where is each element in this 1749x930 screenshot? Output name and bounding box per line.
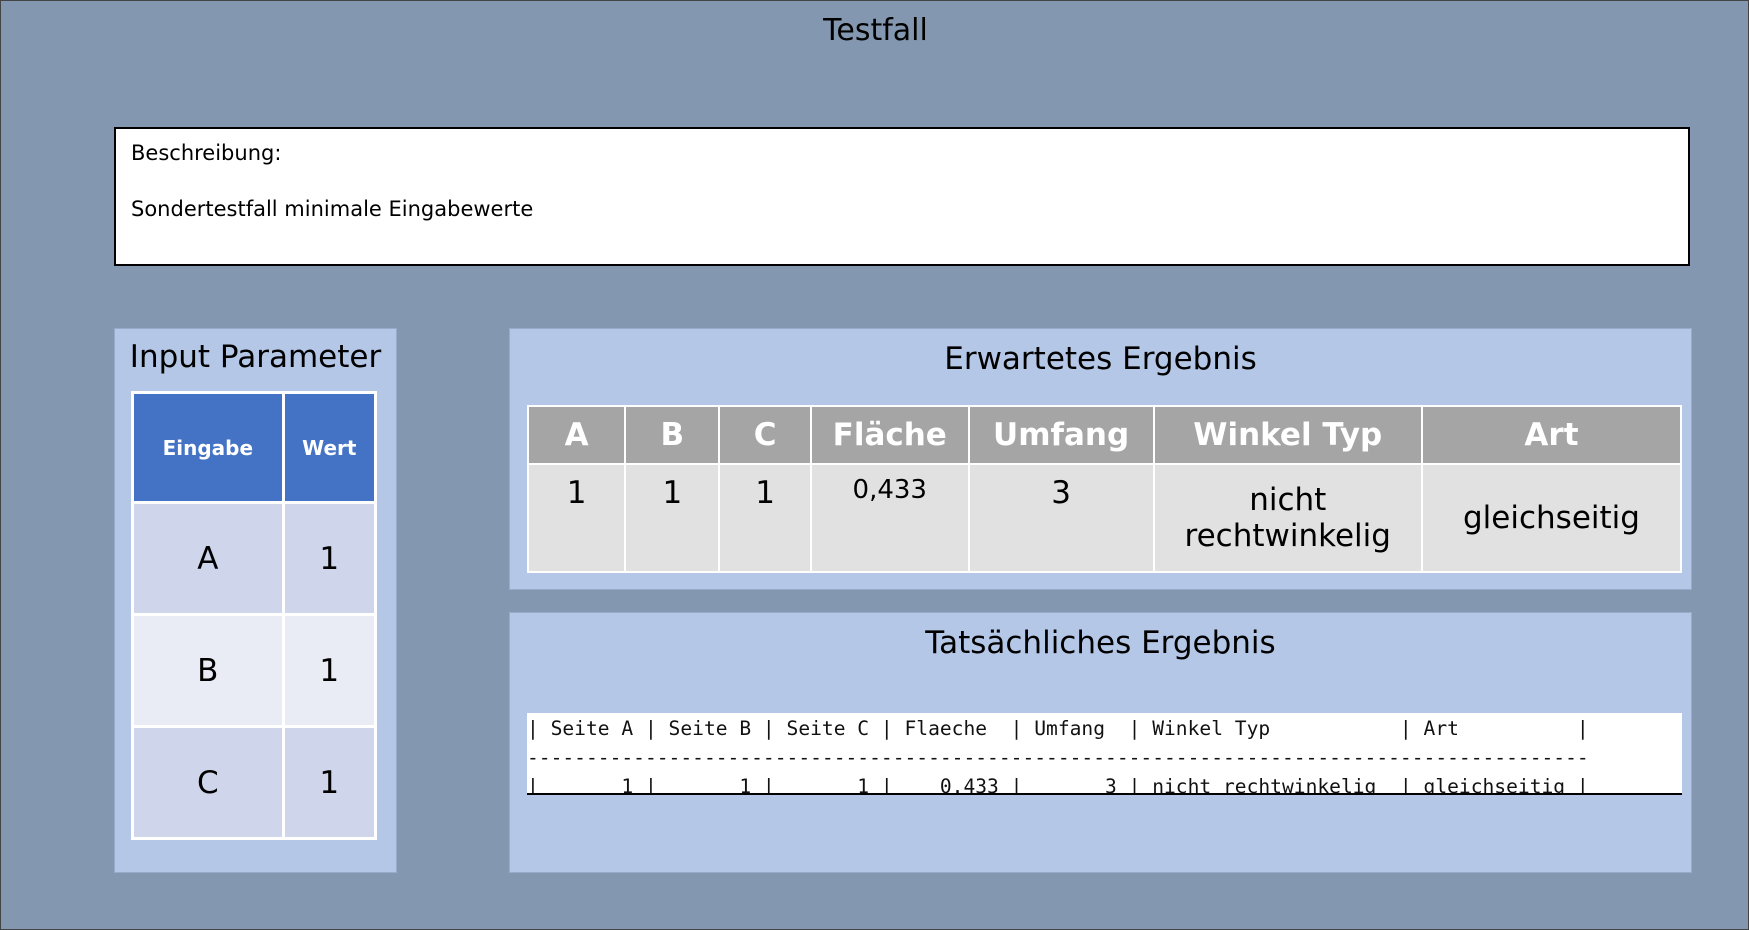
cell: 1: [281, 725, 378, 840]
cell: 1: [718, 463, 812, 573]
header-wert: Wert: [281, 391, 378, 504]
cell: 1: [624, 463, 721, 573]
cell: 1: [281, 501, 378, 616]
input-parameter-title: Input Parameter: [129, 339, 382, 375]
header-eingabe: Eingabe: [131, 391, 285, 504]
cell: C: [131, 725, 285, 840]
header-flaeche: Fläche: [809, 405, 970, 465]
cell: gleichseitig: [1420, 463, 1683, 573]
expected-table: A B C Fläche Umfang Winkel Typ Art 1 1 1…: [526, 405, 1683, 573]
input-parameter-panel: Input Parameter Eingabe Wert A1 B1 C1: [114, 328, 397, 873]
description-text: Sondertestfall minimale Eingabewerte: [131, 197, 534, 221]
cell: 3: [967, 463, 1155, 573]
actual-result-title: Tatsächliches Ergebnis: [925, 625, 1276, 661]
header-b: B: [624, 405, 721, 465]
header-art: Art: [1420, 405, 1683, 465]
console-separator-line: ----------------------------------------…: [527, 746, 1589, 769]
actual-result-panel: Tatsächliches Ergebnis | Seite A | Seite…: [509, 612, 1692, 873]
console-data-line: | 1 | 1 | 1 | 0.433 | 3 | nicht rechtwin…: [527, 775, 1589, 795]
description-label: Beschreibung:: [131, 141, 282, 165]
page-title: Testfall: [823, 13, 928, 48]
input-table: Eingabe Wert A1 B1 C1: [131, 391, 378, 840]
cell: 1: [526, 463, 627, 573]
cell: nicht rechtwinkelig: [1152, 463, 1423, 573]
cell: B: [131, 613, 285, 728]
table-row: C1: [131, 725, 378, 840]
table-row: 1 1 1 0,433 3 nicht rechtwinkelig gleich…: [526, 463, 1683, 573]
table-row: B1: [131, 613, 378, 728]
console-output: | Seite A | Seite B | Seite C | Flaeche …: [527, 713, 1682, 795]
expected-result-panel: Erwartetes Ergebnis A B C Fläche Umfang …: [509, 328, 1692, 590]
header-a: A: [526, 405, 627, 465]
expected-result-title: Erwartetes Ergebnis: [944, 341, 1257, 377]
table-row: A1: [131, 501, 378, 616]
header-umfang: Umfang: [967, 405, 1155, 465]
header-c: C: [718, 405, 812, 465]
cell: 1: [281, 613, 378, 728]
description-box: Beschreibung: Sondertestfall minimale Ei…: [114, 127, 1690, 266]
cell: 0,433: [809, 463, 970, 573]
cell: A: [131, 501, 285, 616]
header-winkel-typ: Winkel Typ: [1152, 405, 1423, 465]
console-header-line: | Seite A | Seite B | Seite C | Flaeche …: [527, 717, 1589, 740]
